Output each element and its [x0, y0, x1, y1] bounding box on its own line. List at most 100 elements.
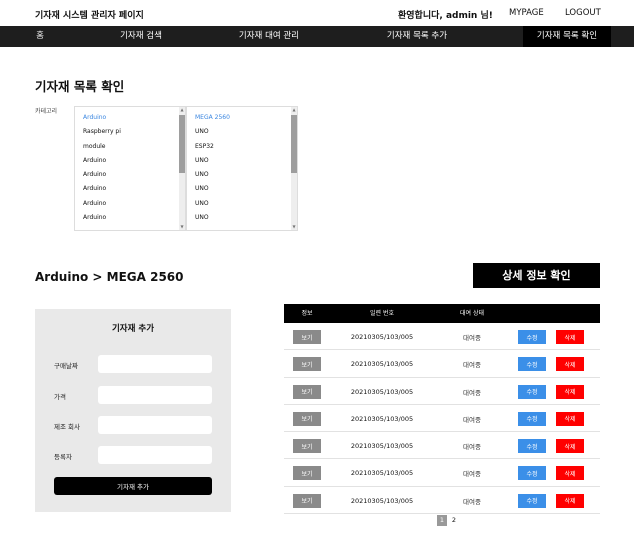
delete-button[interactable]: 삭제 — [556, 439, 584, 454]
delete-button[interactable]: 삭제 — [556, 330, 584, 344]
page-2[interactable]: 2 — [449, 515, 459, 526]
model-option[interactable]: UNO — [187, 125, 297, 139]
header-status: 대여 상태 — [460, 310, 484, 317]
registrant-label: 등록자 — [54, 453, 72, 461]
view-button[interactable]: 보기 — [293, 439, 321, 454]
rental-status: 대여중 — [463, 497, 481, 506]
view-button[interactable]: 보기 — [293, 411, 321, 426]
equipment-table: 정보 일련 번호 대여 상태 보기 20210305/103/005 대여중 수정 삭제… — [284, 304, 600, 515]
view-button[interactable]: 보기 — [293, 493, 321, 508]
view-button[interactable]: 보기 — [293, 357, 321, 372]
scroll-up-icon[interactable]: ▲ — [179, 107, 185, 113]
delete-button[interactable]: 삭제 — [556, 493, 584, 508]
edit-button[interactable]: 수정 — [518, 330, 546, 344]
manufacturer-input[interactable] — [98, 416, 212, 434]
serial-number: 20210305/103/005 — [350, 360, 414, 369]
model-option[interactable]: ESP32 — [187, 140, 297, 154]
nav-equipment-search[interactable]: 기자재 검색 — [106, 26, 176, 47]
serial-number: 20210305/103/005 — [350, 414, 414, 423]
table-row: 보기 20210305/103/005 대여중 수정 삭제 — [284, 432, 600, 460]
model-option[interactable]: UNO — [187, 182, 297, 196]
manufacturer-label: 제조 회사 — [54, 423, 80, 431]
edit-button[interactable]: 수정 — [518, 384, 546, 399]
header-serial: 일련 번호 — [370, 310, 394, 317]
edit-button[interactable]: 수정 — [518, 357, 546, 372]
category-option[interactable]: Arduino — [75, 154, 185, 168]
delete-button[interactable]: 삭제 — [556, 411, 584, 426]
purchase-date-input[interactable] — [98, 355, 212, 373]
category-option[interactable]: Raspberry pi — [75, 125, 185, 139]
serial-number: 20210305/103/005 — [350, 387, 414, 396]
site-title: 기자재 시스템 관리자 페이지 — [35, 11, 144, 21]
table-row: 보기 20210305/103/005 대여중 수정 삭제 — [284, 459, 600, 487]
nav-home[interactable]: 홈 — [20, 26, 60, 47]
table-row: 보기 20210305/103/005 대여중 수정 삭제 — [284, 350, 600, 378]
welcome-message: 환영합니다, admin 님! — [398, 11, 493, 21]
rental-status: 대여중 — [463, 415, 481, 424]
rental-status: 대여중 — [463, 470, 481, 479]
category-label: 카테고리 — [35, 108, 58, 115]
delete-button[interactable]: 삭제 — [556, 384, 584, 399]
category-option[interactable]: module — [75, 140, 185, 154]
model-option[interactable]: UNO — [187, 154, 297, 168]
model-option[interactable]: MEGA 2560 — [187, 111, 297, 125]
model-listbox[interactable]: MEGA 2560 UNO ESP32 UNO UNO UNO UNO UNO ▲ ▼ — [186, 106, 298, 231]
category-listbox[interactable]: Arduino Raspberry pi module Arduino Arduino A… — [74, 106, 186, 231]
scroll-thumb[interactable] — [291, 115, 297, 173]
nav-add-equipment[interactable]: 기자재 목록 추가 — [374, 26, 460, 47]
table-header: 정보 일련 번호 대여 상태 — [284, 304, 600, 323]
price-input[interactable] — [98, 386, 212, 404]
model-scrollbar[interactable]: ▲ ▼ — [291, 107, 297, 230]
table-row: 보기 20210305/103/005 대여중 수정 삭제 — [284, 378, 600, 405]
nav-rental-management[interactable]: 기자재 대여 관리 — [226, 26, 312, 47]
scroll-down-icon[interactable]: ▼ — [291, 224, 297, 230]
serial-number: 20210305/103/005 — [350, 333, 414, 341]
scroll-up-icon[interactable]: ▲ — [291, 107, 297, 113]
main-nav: 홈 기자재 검색 기자재 대여 관리 기자재 목록 추가 기자재 목록 확인 — [0, 26, 634, 47]
table-row: 보기 20210305/103/005 대여중 수정 삭제 — [284, 405, 600, 433]
panel-title: 기자재 추가 — [111, 324, 155, 334]
top-bar: 기자재 시스템 관리자 페이지 환영합니다, admin 님! MYPAGE L… — [0, 0, 634, 26]
scroll-thumb[interactable] — [179, 115, 185, 173]
page-1[interactable]: 1 — [437, 515, 447, 526]
rental-status: 대여중 — [463, 361, 481, 370]
edit-button[interactable]: 수정 — [518, 466, 546, 481]
view-button[interactable]: 보기 — [293, 330, 321, 344]
purchase-date-label: 구매날짜 — [54, 362, 78, 370]
scroll-down-icon[interactable]: ▼ — [179, 224, 185, 230]
delete-button[interactable]: 삭제 — [556, 357, 584, 372]
view-button[interactable]: 보기 — [293, 466, 321, 481]
edit-button[interactable]: 수정 — [518, 411, 546, 426]
category-scrollbar[interactable]: ▲ ▼ — [179, 107, 185, 230]
model-option[interactable]: UNO — [187, 211, 297, 225]
view-button[interactable]: 보기 — [293, 384, 321, 399]
category-option[interactable]: Arduino — [75, 111, 185, 125]
detail-info-button[interactable]: 상세 정보 확인 — [473, 263, 600, 288]
registrant-input[interactable] — [98, 446, 212, 464]
table-row: 보기 20210305/103/005 대여중 수정 삭제 — [284, 323, 600, 351]
rental-status: 대여중 — [463, 443, 481, 452]
price-label: 가격 — [54, 393, 66, 401]
mypage-link[interactable]: MYPAGE — [509, 8, 544, 18]
edit-button[interactable]: 수정 — [518, 439, 546, 454]
nav-equipment-list[interactable]: 기자재 목록 확인 — [523, 26, 611, 47]
delete-button[interactable]: 삭제 — [556, 466, 584, 481]
add-equipment-button[interactable]: 기자재 추가 — [54, 477, 212, 495]
category-option[interactable]: Arduino — [75, 182, 185, 196]
page-title: 기자재 목록 확인 — [35, 79, 125, 94]
breadcrumb: Arduino > MEGA 2560 — [35, 270, 184, 284]
category-option[interactable]: Arduino — [75, 197, 185, 211]
table-row: 보기 20210305/103/005 대여중 수정 삭제 — [284, 487, 600, 515]
logout-link[interactable]: LOGOUT — [565, 8, 601, 18]
model-option[interactable]: UNO — [187, 197, 297, 211]
model-option[interactable]: UNO — [187, 168, 297, 182]
rental-status: 대여중 — [463, 388, 481, 397]
serial-number: 20210305/103/005 — [350, 496, 414, 505]
edit-button[interactable]: 수정 — [518, 493, 546, 508]
category-option[interactable]: Arduino — [75, 211, 185, 225]
rental-status: 대여중 — [463, 334, 481, 342]
serial-number: 20210305/103/005 — [350, 469, 414, 478]
category-option[interactable]: Arduino — [75, 168, 185, 182]
add-equipment-panel: 기자재 추가 구매날짜 가격 제조 회사 등록자 기자재 추가 — [35, 309, 231, 512]
serial-number: 20210305/103/005 — [350, 442, 414, 451]
